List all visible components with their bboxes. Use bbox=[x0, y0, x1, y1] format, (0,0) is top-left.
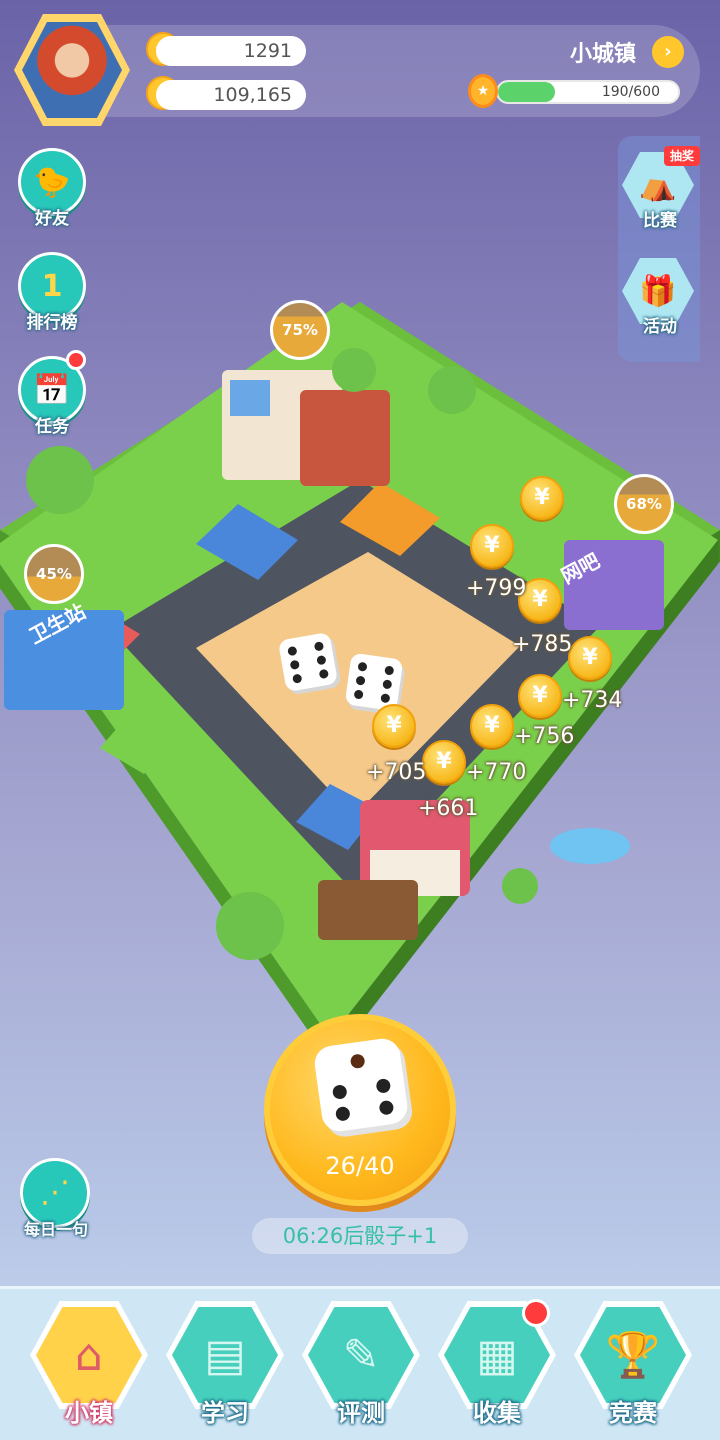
lottery-tag: 抽奖 bbox=[664, 146, 701, 166]
nav-study[interactable]: ▤ 学习 bbox=[166, 1301, 284, 1431]
coin-gain-label: +734 bbox=[562, 688, 623, 713]
coin-icon[interactable]: ¥ bbox=[520, 476, 564, 520]
friends-label: 好友 bbox=[35, 209, 69, 229]
coin-gain-label: +785 bbox=[512, 632, 573, 657]
progress-text: 45% bbox=[36, 565, 72, 583]
nav-town-label: 小镇 bbox=[65, 1399, 113, 1427]
dice-icon bbox=[312, 1036, 410, 1134]
coin-icon[interactable]: ¥ bbox=[518, 674, 562, 718]
coin-icon[interactable]: ¥ bbox=[470, 704, 514, 748]
nav-competition[interactable]: 🏆 竞赛 bbox=[574, 1301, 692, 1431]
star-count: 1291 bbox=[156, 36, 306, 66]
progress-text: 68% bbox=[626, 495, 662, 513]
collect-notification-dot bbox=[522, 1299, 550, 1327]
pond bbox=[550, 828, 630, 864]
tree bbox=[332, 348, 376, 392]
coin-count: 109,165 bbox=[156, 80, 306, 110]
coin-icon[interactable]: ¥ bbox=[470, 524, 514, 568]
library-building bbox=[300, 390, 390, 486]
chevron-right-icon[interactable]: › bbox=[652, 36, 684, 68]
coin-icon[interactable]: ¥ bbox=[568, 636, 612, 680]
dice-refill-timer: 06:26后骰子+1 bbox=[252, 1218, 468, 1254]
nav-assessment[interactable]: ✎ 评测 bbox=[302, 1301, 420, 1431]
progress-bubble[interactable]: 45% bbox=[24, 544, 84, 604]
tent-icon: ⛺ bbox=[639, 167, 677, 203]
nav-competition-label: 竞赛 bbox=[609, 1399, 657, 1427]
nav-collect-label: 收集 bbox=[473, 1399, 521, 1427]
nav-study-label: 学习 bbox=[201, 1399, 249, 1427]
progress-bubble[interactable]: 68% bbox=[614, 474, 674, 534]
town-xp-fill bbox=[498, 82, 555, 102]
coin-gain-label: +799 bbox=[466, 576, 527, 601]
coin-icon[interactable]: ¥ bbox=[372, 704, 416, 748]
tree bbox=[502, 868, 538, 904]
nav-town[interactable]: ⌂ 小镇 bbox=[30, 1301, 148, 1431]
roll-dice-button[interactable]: 26/40 bbox=[264, 1014, 456, 1206]
net-cafe-building bbox=[564, 540, 664, 630]
progress-text: 75% bbox=[282, 321, 318, 339]
coin-gain-label: +661 bbox=[418, 796, 479, 821]
coin-gain-label: +756 bbox=[514, 724, 575, 749]
board-die bbox=[344, 652, 404, 712]
dice-count: 26/40 bbox=[325, 1152, 395, 1180]
town-xp-text: 190/600 bbox=[601, 84, 660, 100]
town-xp-bar: 190/600 bbox=[496, 80, 680, 104]
garden-plot bbox=[318, 880, 418, 940]
friends-button[interactable]: 🐤 好友 bbox=[14, 148, 90, 229]
coin-gain-label: +770 bbox=[466, 760, 527, 785]
town-name[interactable]: 小城镇 bbox=[570, 36, 636, 68]
coin-icon[interactable]: ¥ bbox=[422, 740, 466, 784]
progress-bubble[interactable]: 75% bbox=[270, 300, 330, 360]
tree bbox=[216, 892, 284, 960]
avatar-portrait bbox=[22, 22, 122, 118]
medal-icon: ★ bbox=[468, 74, 498, 108]
tree bbox=[26, 446, 94, 514]
game-board: 卫生站 网吧 75% 68% 45% ¥ ¥ ¥ ¥ ¥ ¥ ¥ ¥ +799 … bbox=[0, 290, 720, 1050]
nav-assessment-label: 评测 bbox=[337, 1399, 385, 1427]
bottom-navigation: ⌂ 小镇 ▤ 学习 ✎ 评测 ▦ 收集 🏆 竞赛 bbox=[0, 1286, 720, 1440]
contest-label: 比赛 bbox=[643, 211, 677, 231]
board-die bbox=[277, 631, 339, 693]
tree bbox=[428, 366, 476, 414]
daily-quote-label: 每日一句 bbox=[23, 1220, 88, 1239]
coin-gain-label: +705 bbox=[366, 760, 427, 785]
